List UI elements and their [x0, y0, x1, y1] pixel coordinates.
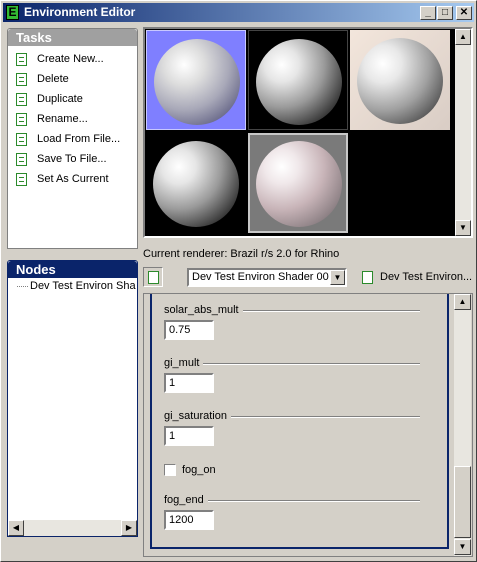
- close-button[interactable]: ✕: [456, 6, 472, 20]
- tasks-heading: Tasks: [8, 29, 137, 46]
- solar-abs-mult-input[interactable]: 0.75: [164, 320, 214, 340]
- shader-select[interactable]: Dev Test Environ Shader 00 ▼: [187, 268, 347, 287]
- preview-swatch[interactable]: [146, 133, 246, 233]
- scroll-down-icon[interactable]: ▼: [455, 220, 471, 236]
- properties-pane: solar_abs_mult 0.75 gi_mult 1 gi_saturat…: [143, 293, 473, 557]
- scroll-down-icon[interactable]: ▼: [454, 539, 471, 555]
- task-icon: [16, 93, 27, 106]
- shader-icon: [148, 271, 159, 284]
- scroll-up-icon[interactable]: ▲: [455, 29, 471, 45]
- task-label: Save To File...: [37, 153, 107, 165]
- scroll-thumb[interactable]: [454, 466, 471, 538]
- properties-panel: solar_abs_mult 0.75 gi_mult 1 gi_saturat…: [150, 294, 449, 549]
- scroll-up-icon[interactable]: ▲: [454, 294, 471, 310]
- task-icon: [16, 53, 27, 66]
- tree-connector: [17, 285, 28, 287]
- task-icon: [16, 133, 27, 146]
- prop-label: gi_saturation: [164, 410, 231, 422]
- properties-vertical-scrollbar[interactable]: ▲ ▼: [454, 294, 471, 556]
- preview-grid: ▲ ▼: [143, 27, 473, 238]
- task-label: Create New...: [37, 53, 104, 65]
- task-label: Delete: [37, 73, 69, 85]
- prop-label: gi_mult: [164, 357, 204, 369]
- task-icon: [16, 113, 27, 126]
- minimize-button[interactable]: _: [420, 6, 436, 20]
- fog-on-checkbox[interactable]: [164, 464, 176, 476]
- fog-end-input[interactable]: 1200: [164, 510, 214, 530]
- shader-name-label: Dev Test Environ...: [380, 271, 473, 283]
- title-bar[interactable]: E Environment Editor _ □ ✕: [3, 3, 474, 22]
- nodes-horizontal-scrollbar[interactable]: ◀ ▶: [8, 520, 137, 536]
- preview-swatch[interactable]: [146, 30, 246, 130]
- preview-swatch[interactable]: [248, 30, 348, 130]
- task-icon: [16, 73, 27, 86]
- tasks-panel: Tasks Create New... Delete Duplicate Ren…: [7, 28, 138, 249]
- shader-select-value: Dev Test Environ Shader 00: [192, 271, 329, 283]
- sphere-preview: [154, 39, 240, 125]
- sphere-preview: [153, 141, 239, 227]
- shader-icon-button[interactable]: [143, 267, 163, 287]
- preview-swatch-selected[interactable]: [248, 133, 348, 233]
- node-item[interactable]: Dev Test Environ Sha: [17, 280, 136, 292]
- task-label: Rename...: [37, 113, 88, 125]
- scroll-right-icon[interactable]: ▶: [121, 520, 137, 536]
- preview-swatch[interactable]: [350, 30, 450, 130]
- gi-saturation-input[interactable]: 1: [164, 426, 214, 446]
- fog-on-label: fog_on: [182, 464, 216, 476]
- gi-mult-input[interactable]: 1: [164, 373, 214, 393]
- nodes-heading: Nodes: [8, 261, 137, 278]
- sphere-preview: [357, 38, 443, 124]
- prop-label: solar_abs_mult: [164, 304, 243, 316]
- maximize-button[interactable]: □: [437, 6, 453, 20]
- task-icon: [16, 173, 27, 186]
- task-label: Set As Current: [37, 173, 109, 185]
- chevron-down-icon[interactable]: ▼: [330, 270, 345, 285]
- nodes-panel: Nodes Dev Test Environ Sha ◀ ▶: [7, 260, 138, 537]
- shader-icon: [362, 271, 373, 284]
- environment-editor-window: E Environment Editor _ □ ✕ Tasks Create …: [0, 0, 477, 562]
- node-label: Dev Test Environ Sha: [30, 280, 136, 292]
- preview-vertical-scrollbar[interactable]: ▲ ▼: [455, 29, 471, 236]
- scroll-left-icon[interactable]: ◀: [8, 520, 24, 536]
- sphere-preview: [256, 39, 342, 125]
- window-title: Environment Editor: [24, 5, 136, 19]
- current-renderer-text: Current renderer: Brazil r/s 2.0 for Rhi…: [143, 248, 340, 260]
- task-label: Duplicate: [37, 93, 83, 105]
- task-icon: [16, 153, 27, 166]
- app-e-icon: E: [6, 5, 19, 20]
- prop-label: fog_end: [164, 494, 208, 506]
- sphere-preview: [256, 141, 342, 227]
- task-label: Load From File...: [37, 133, 121, 145]
